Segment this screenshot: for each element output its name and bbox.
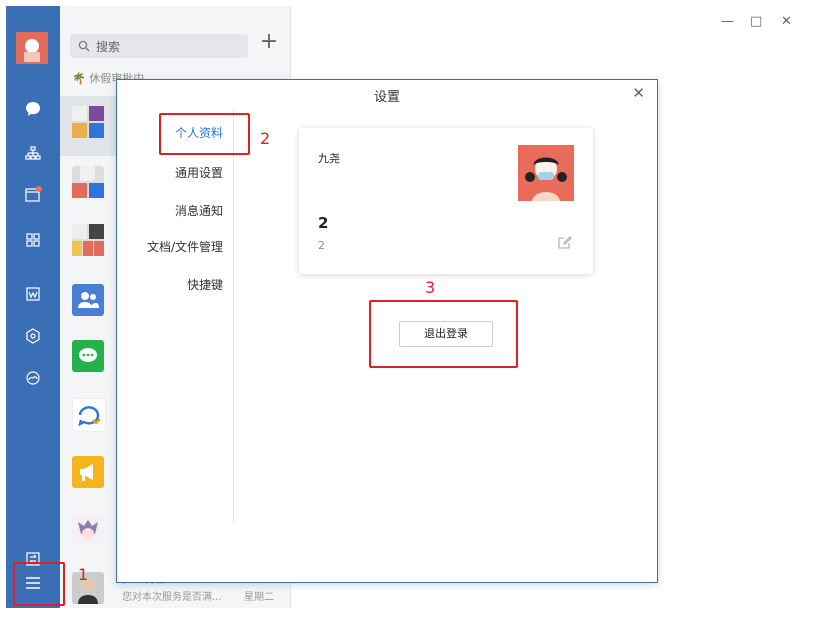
search-box[interactable]: 搜索 [70, 34, 248, 58]
nav-shortcuts[interactable]: 快捷键 [187, 276, 223, 293]
add-icon[interactable]: + [258, 31, 280, 54]
dialog-close-button[interactable]: ✕ [632, 84, 645, 102]
edit-icon[interactable] [558, 235, 572, 252]
minimize-button[interactable]: — [721, 14, 734, 29]
chat-icon[interactable] [24, 100, 42, 118]
nav-general-settings[interactable]: 通用设置 [175, 164, 223, 181]
close-window-button[interactable]: ✕ [781, 14, 792, 29]
cloud-icon[interactable] [25, 370, 41, 386]
group-avatar[interactable] [72, 106, 104, 138]
annotation-box-2 [159, 113, 250, 155]
chat-preview: 您对本次服务是否满... [122, 592, 222, 603]
nav-notifications[interactable]: 消息通知 [175, 202, 223, 219]
org-chart-icon[interactable] [25, 146, 41, 162]
search-placeholder: 搜索 [96, 39, 121, 54]
maximize-button[interactable]: □ [750, 14, 762, 29]
calendar-icon[interactable] [24, 186, 42, 204]
left-sidebar [6, 6, 60, 608]
chat-time: 星期二 [244, 592, 274, 603]
cube-icon[interactable] [25, 328, 41, 344]
profile-card: 九尧 2 2 [299, 128, 593, 274]
annotation-number-2: 2 [260, 129, 271, 148]
annotation-number-3: 3 [425, 278, 436, 297]
document-icon[interactable] [25, 286, 41, 302]
profile-avatar[interactable] [518, 145, 574, 201]
nav-file-management[interactable]: 文档/文件管理 [147, 238, 223, 255]
annotation-box-1 [13, 562, 65, 606]
dialog-title: 设置 [373, 90, 400, 105]
profile-big-value: 2 [318, 214, 329, 232]
settings-nav: 个人资料 通用设置 消息通知 文档/文件管理 快捷键 [117, 110, 234, 522]
user-avatar[interactable] [16, 32, 48, 64]
anime-avatar[interactable] [72, 514, 104, 546]
wechat-avatar[interactable] [72, 340, 104, 372]
announcement-avatar[interactable] [72, 456, 104, 488]
profile-sub-value: 2 [318, 239, 325, 252]
annotation-number-1: 1 [78, 565, 89, 584]
group-avatar[interactable] [72, 166, 104, 198]
group-avatar[interactable] [72, 224, 104, 256]
message-avatar[interactable] [72, 398, 106, 432]
search-icon [78, 40, 90, 52]
apps-icon[interactable] [25, 232, 41, 248]
profile-name: 九尧 [318, 152, 340, 165]
contacts-avatar[interactable] [72, 284, 104, 316]
annotation-box-3 [369, 300, 518, 368]
